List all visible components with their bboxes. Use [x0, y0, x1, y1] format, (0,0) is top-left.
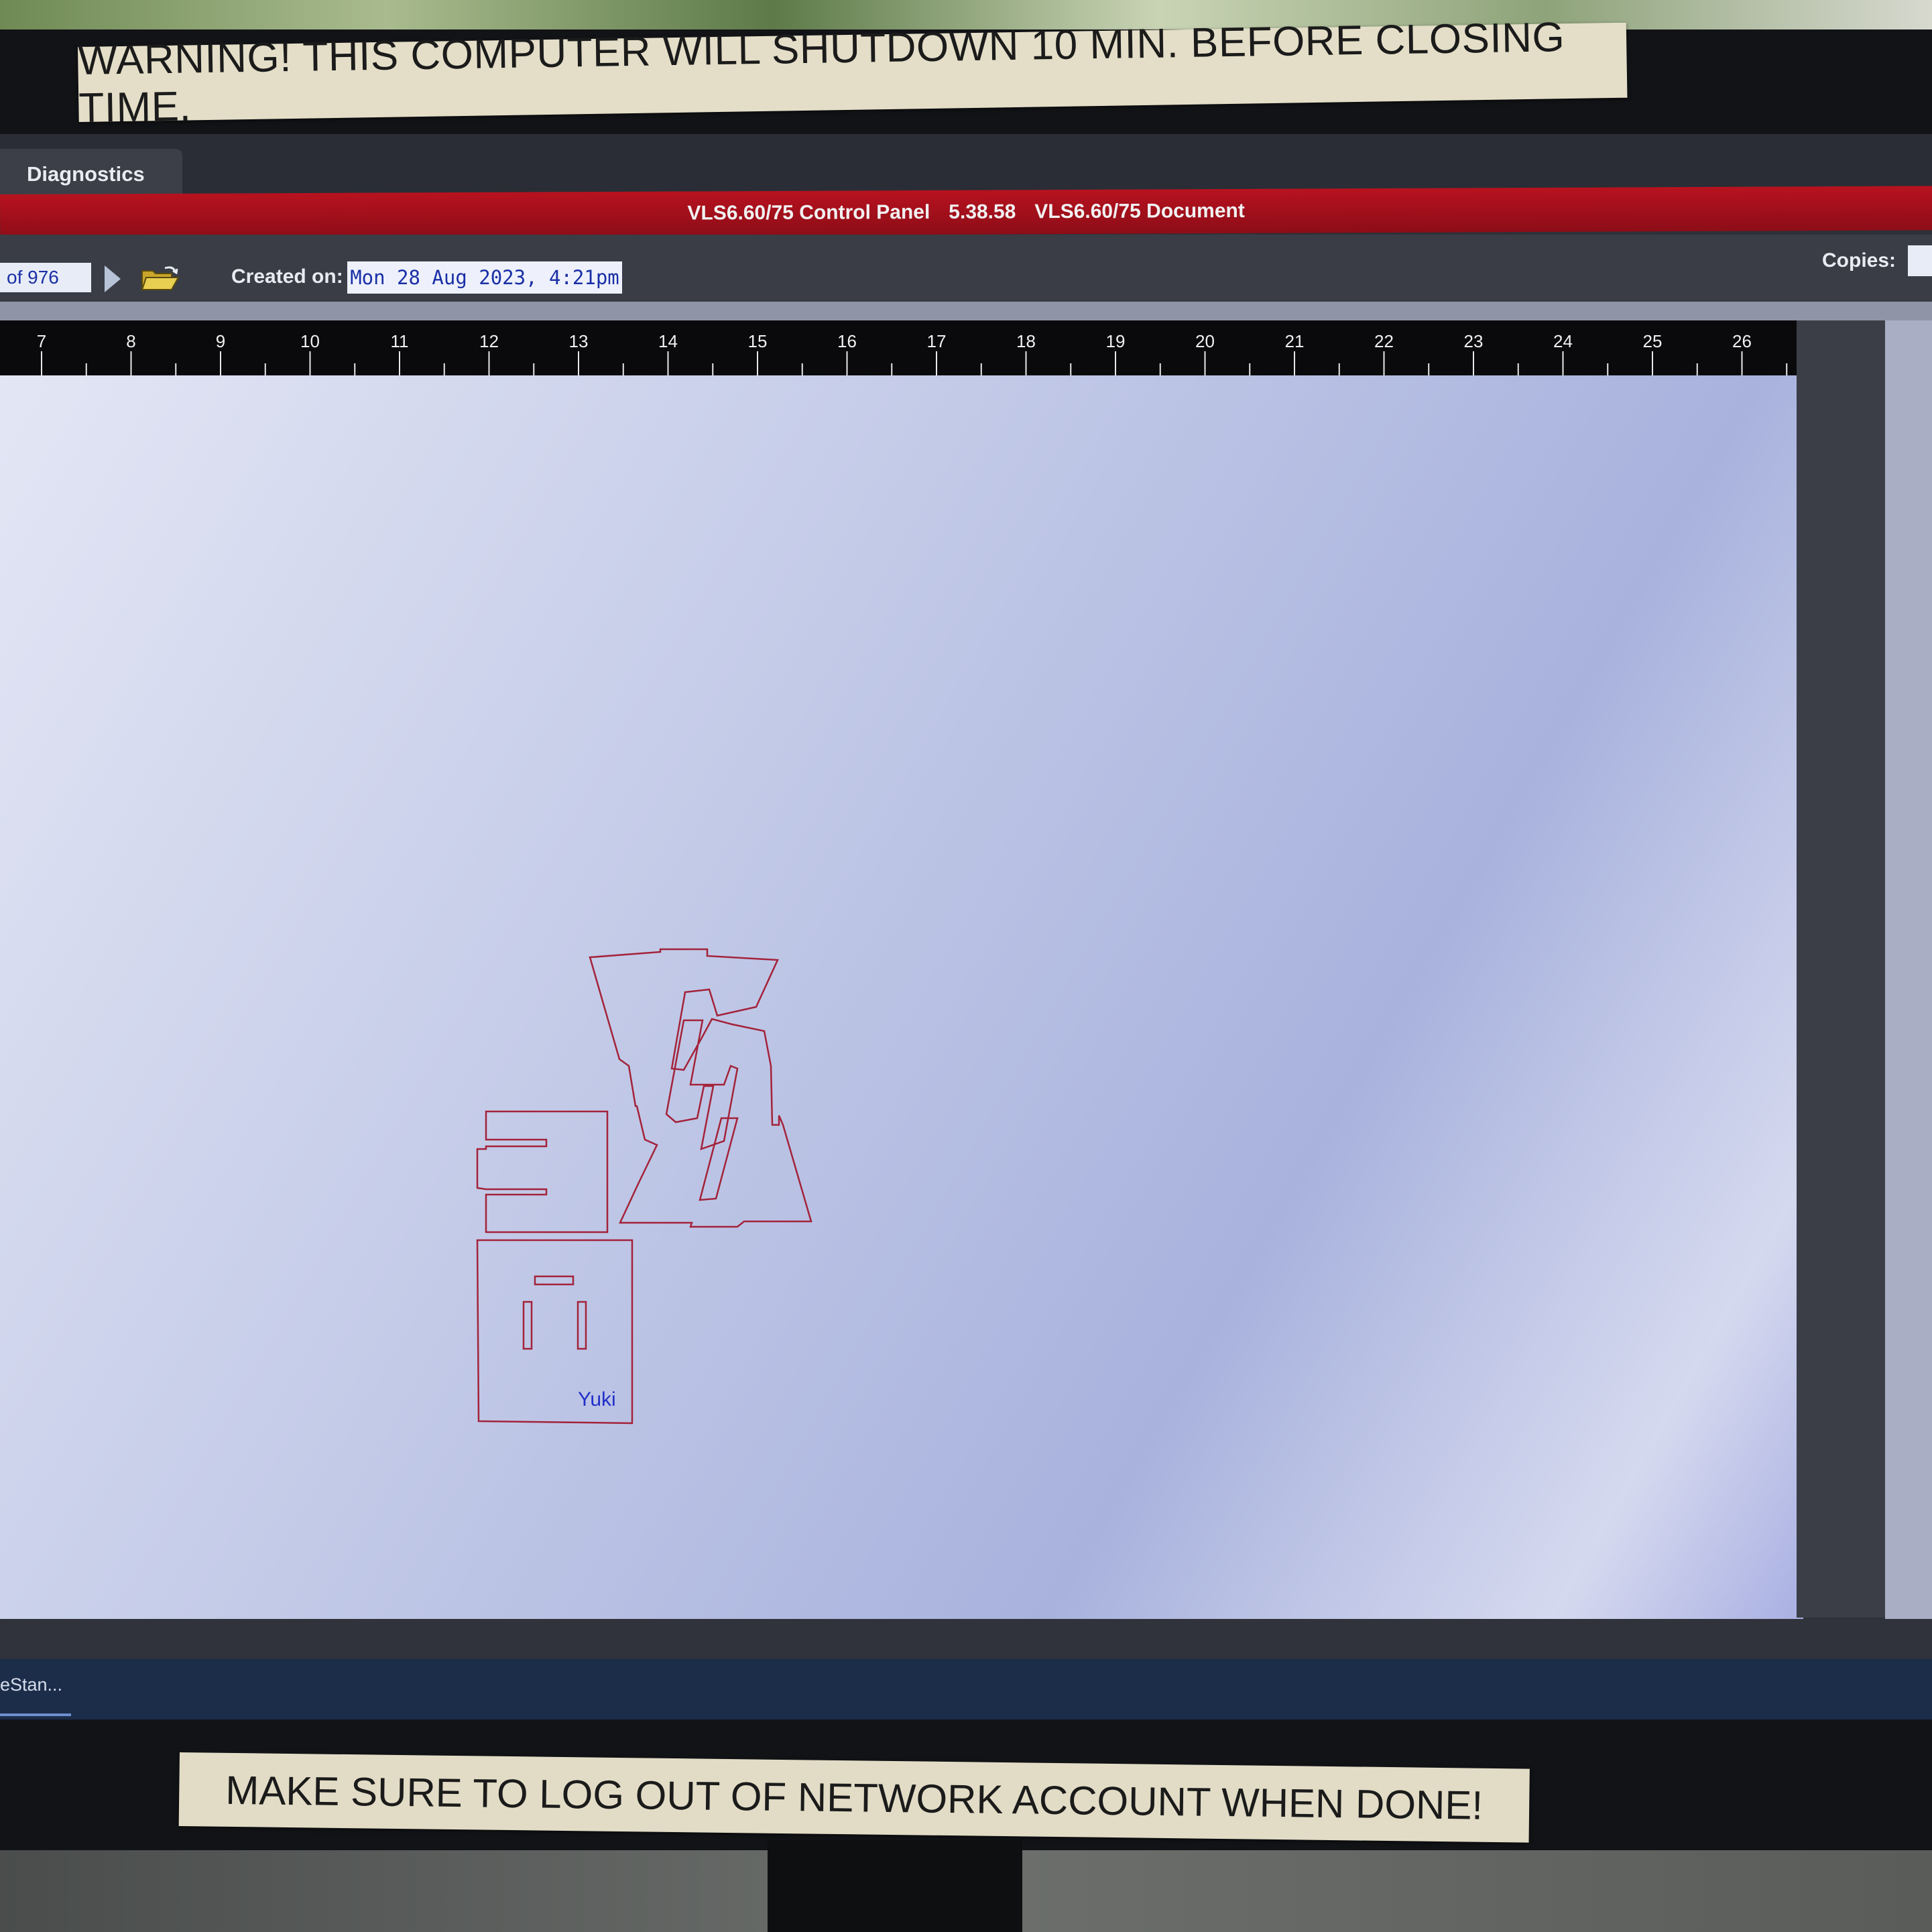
ruler-ticks: 7 8 9 10 11 12 13 14 15 16 17 18 19 20 21 22 23 24 25 26 [37, 331, 1788, 375]
toolbar-divider [0, 302, 1932, 322]
engraving-canvas[interactable]: Yuki [0, 375, 1803, 1619]
taskbar-item[interactable]: eStan... [0, 1675, 62, 1695]
ruler-tick-label: 19 [1106, 331, 1126, 351]
cut-shape-trapezoid [589, 948, 812, 1228]
ruler-tick-label: 12 [479, 331, 499, 351]
ruler-tick-label: 15 [748, 331, 768, 351]
canvas-side-panel [1797, 320, 1885, 1618]
monitor-stand [768, 1840, 1022, 1932]
cut-slot-left [522, 1301, 533, 1350]
document-title: VLS6.60/75 Document [1034, 199, 1245, 223]
taskbar-active-indicator [0, 1713, 71, 1716]
window-title-bar: VLS6.60/75 Control Panel 5.38.58 VLS6.60… [0, 186, 1932, 239]
cut-slot-right [577, 1301, 587, 1350]
play-arrow-icon[interactable] [105, 265, 121, 292]
page-counter-field[interactable]: of 976 [0, 263, 91, 292]
ruler-tick-label: 20 [1195, 331, 1215, 351]
cut-slot-horizontal [534, 1275, 575, 1286]
app-title: VLS6.60/75 Control Panel [687, 200, 930, 225]
design-preview: Yuki [476, 948, 812, 1425]
ruler-tick-label: 26 [1732, 331, 1752, 351]
ruler-tick-label: 14 [658, 331, 678, 351]
ruler-svg: 7 8 9 10 11 12 13 14 15 16 17 18 19 20 21 22 23 24 25 26 [37, 331, 1788, 375]
ruler-tick-label: 17 [927, 331, 947, 351]
ruler-tick-label: 18 [1016, 331, 1036, 351]
ruler-tick-label: 21 [1285, 331, 1305, 351]
ruler-tick-label: 11 [391, 331, 409, 351]
right-settings-panel [1885, 320, 1932, 1634]
ruler-tick-label: 9 [216, 331, 225, 351]
copies-input[interactable] [1908, 245, 1932, 276]
created-on-label: Created on: [231, 265, 343, 288]
tab-diagnostics[interactable]: Diagnostics [0, 149, 182, 200]
horizontal-ruler: 7 8 9 10 11 12 13 14 15 16 17 18 19 20 21 22 23 24 25 26 [0, 320, 1803, 375]
ruler-tick-label: 13 [569, 331, 589, 351]
copies-label: Copies: [1822, 249, 1896, 271]
ruler-tick-label: 22 [1374, 331, 1394, 351]
cut-paths [476, 948, 812, 1425]
ruler-tick-label: 16 [837, 331, 857, 351]
ruler-tick-label: 25 [1643, 331, 1663, 351]
app-version: 5.38.58 [949, 200, 1016, 223]
taskbar [0, 1659, 1932, 1719]
warning-sticker: WARNING! THIS COMPUTER WILL SHUTDOWN 10 … [78, 14, 1628, 131]
ruler-tick-label: 8 [126, 331, 135, 351]
ruler-tick-label: 10 [300, 331, 320, 351]
engraved-name-text: Yuki [578, 1388, 616, 1410]
cut-shape-tabbed-panel [476, 1110, 609, 1233]
ruler-tick-label: 24 [1553, 331, 1573, 351]
created-on-value: Mon 28 Aug 2023, 4:21pm [347, 261, 622, 294]
ruler-tick-label: 23 [1464, 331, 1484, 351]
folder-open-icon[interactable] [139, 264, 180, 294]
ruler-tick-label: 7 [37, 331, 46, 351]
